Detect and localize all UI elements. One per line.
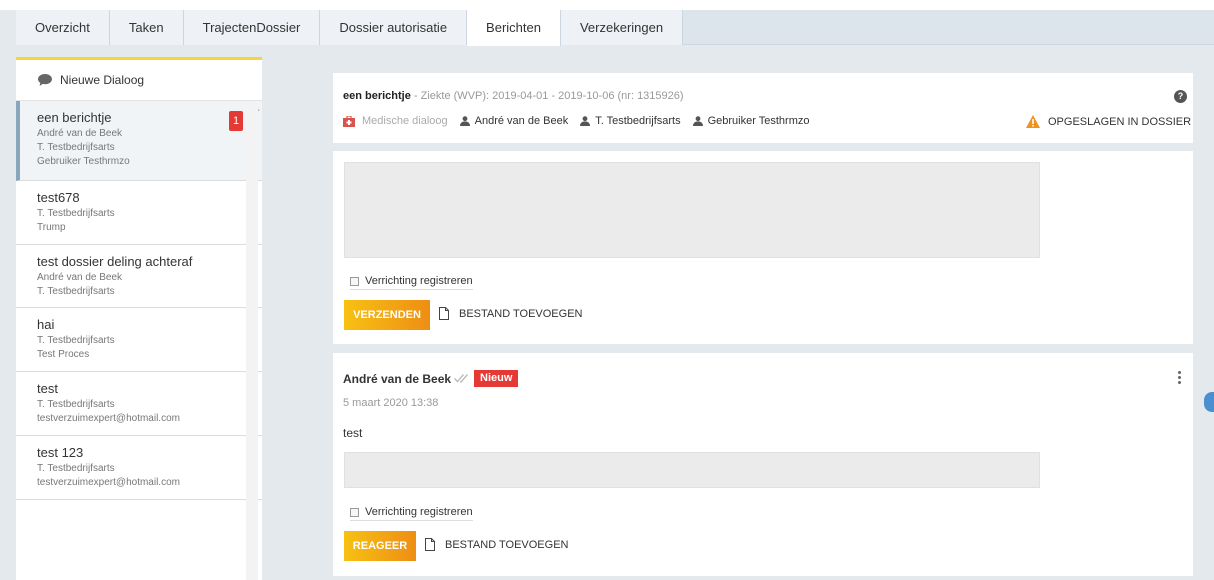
message-author: André van de Beek: [343, 371, 452, 386]
dialog-participant: André van de Beek: [37, 272, 123, 283]
dialog-title: test: [37, 381, 58, 396]
message-author-row: André van de Beek Nieuw: [343, 370, 519, 387]
dialog-title: hai: [37, 317, 55, 332]
tab-berichten[interactable]: Berichten: [467, 10, 561, 46]
participants-row: Medische dialoog André van de Beek T. Te…: [343, 115, 821, 127]
compose-panel: Verrichting registreren VERZENDEN BESTAN…: [333, 151, 1193, 344]
dialog-participant: T. Testbedrijfsarts: [37, 335, 115, 346]
register-action-checkbox-row[interactable]: Verrichting registreren: [350, 506, 473, 521]
reply-textarea[interactable]: [344, 452, 1040, 488]
dialog-item[interactable]: hai T. Testbedrijfsarts Test Proces: [16, 308, 262, 372]
new-badge: Nieuw: [474, 370, 519, 387]
add-file-button[interactable]: BESTAND TOEVOEGEN: [425, 538, 568, 551]
register-action-checkbox-row[interactable]: Verrichting registreren: [350, 275, 473, 290]
register-action-label: Verrichting registreren: [365, 506, 473, 518]
file-icon: [439, 307, 449, 320]
register-action-label: Verrichting registreren: [365, 275, 473, 287]
dialog-item[interactable]: test T. Testbedrijfsarts testverzuimexpe…: [16, 372, 262, 436]
user-icon: [459, 116, 470, 126]
saved-label: OPGESLAGEN IN DOSSIER: [1048, 115, 1192, 128]
warning-icon: [1026, 115, 1040, 128]
tab-verzekeringen[interactable]: Verzekeringen: [560, 10, 684, 45]
participant: André van de Beek: [459, 115, 569, 127]
dialog-title: test 123: [37, 445, 84, 460]
add-file-label: BESTAND TOEVOEGEN: [445, 538, 569, 551]
send-button[interactable]: VERZENDEN: [344, 300, 430, 330]
dialog-participant: T. Testbedrijfsarts: [37, 286, 115, 297]
dialog-participant: T. Testbedrijfsarts: [37, 142, 115, 153]
tab-overzicht[interactable]: Overzicht: [16, 10, 110, 45]
add-file-button[interactable]: BESTAND TOEVOEGEN: [439, 307, 582, 320]
file-icon: [425, 538, 435, 551]
participant-name: T. Testbedrijfsarts: [595, 115, 681, 127]
tab-taken[interactable]: Taken: [109, 10, 184, 45]
dialog-title: een berichtje: [37, 110, 112, 125]
dialog-header-title: een berichtje - Ziekte (WVP): 2019-04-01…: [343, 90, 684, 102]
kebab-icon[interactable]: [1178, 371, 1181, 386]
sidebar-scrollbar[interactable]: [246, 104, 258, 580]
dialog-meta: - Ziekte (WVP): 2019-04-01 - 2019-10-06 …: [410, 90, 684, 102]
medical-dialog-tag: Medische dialoog: [343, 115, 448, 127]
unread-count-badge: 1: [229, 111, 243, 131]
dialog-item[interactable]: test678 T. Testbedrijfsarts Trump: [16, 181, 262, 245]
register-action-checkbox[interactable]: [350, 507, 359, 517]
new-dialog-button[interactable]: Nieuwe Dialoog: [16, 60, 262, 101]
user-icon: [692, 116, 703, 126]
dialog-participant: Trump: [37, 222, 66, 233]
side-widget-tab[interactable]: [1204, 392, 1214, 412]
participant-name: André van de Beek: [474, 115, 569, 127]
tab-trajectendossier[interactable]: TrajectenDossier: [183, 10, 321, 45]
dialog-subject: een berichtje: [343, 90, 411, 102]
speech-bubble-icon: [38, 74, 52, 86]
tab-dossier-autorisatie[interactable]: Dossier autorisatie: [320, 10, 468, 45]
help-icon[interactable]: ?: [1174, 90, 1187, 103]
dialog-participant: testverzuimexpert@hotmail.com: [37, 477, 180, 488]
dialog-participant: Test Proces: [37, 349, 90, 360]
saved-in-dossier-status: OPGESLAGEN IN DOSSIER: [1026, 115, 1191, 128]
double-check-icon: [454, 374, 469, 383]
dialog-header: een berichtje - Ziekte (WVP): 2019-04-01…: [333, 73, 1193, 143]
dialog-participant: T. Testbedrijfsarts: [37, 208, 115, 219]
dialog-sidebar: Nieuwe Dialoog een berichtje André van d…: [16, 57, 262, 580]
dialog-item[interactable]: test 123 T. Testbedrijfsarts testverzuim…: [16, 436, 262, 500]
participant-name: Gebruiker Testhrmzo: [707, 115, 810, 127]
medical-kit-icon: [343, 115, 355, 127]
message-body: test: [343, 426, 363, 440]
dialog-participant: T. Testbedrijfsarts: [37, 463, 115, 474]
dialog-item[interactable]: test dossier deling achteraf André van d…: [16, 245, 262, 308]
dialog-title: test678: [37, 190, 80, 205]
new-dialog-label: Nieuwe Dialoog: [60, 73, 145, 87]
dialog-participant: T. Testbedrijfsarts: [37, 399, 115, 410]
top-band: [0, 0, 1214, 10]
message-textarea[interactable]: [344, 162, 1040, 258]
dialog-participant: Gebruiker Testhrmzo: [37, 156, 130, 167]
add-file-label: BESTAND TOEVOEGEN: [459, 307, 583, 320]
dialog-participant: testverzuimexpert@hotmail.com: [37, 413, 180, 424]
participant: T. Testbedrijfsarts: [580, 115, 681, 127]
dialog-participant: André van de Beek: [37, 128, 123, 139]
register-action-checkbox[interactable]: [350, 276, 359, 286]
participant: Gebruiker Testhrmzo: [692, 115, 810, 127]
tab-bar: Overzicht Taken TrajectenDossier Dossier…: [16, 10, 1214, 46]
reply-button[interactable]: REAGEER: [344, 531, 416, 561]
medical-dialog-label: Medische dialoog: [362, 115, 448, 127]
dialog-title: test dossier deling achteraf: [37, 254, 193, 269]
message-card: André van de Beek Nieuw 5 maart 2020 13:…: [333, 353, 1193, 576]
message-date: 5 maart 2020 13:38: [343, 397, 439, 409]
dialog-item[interactable]: een berichtje André van de Beek T. Testb…: [16, 101, 262, 181]
user-icon: [580, 116, 591, 126]
